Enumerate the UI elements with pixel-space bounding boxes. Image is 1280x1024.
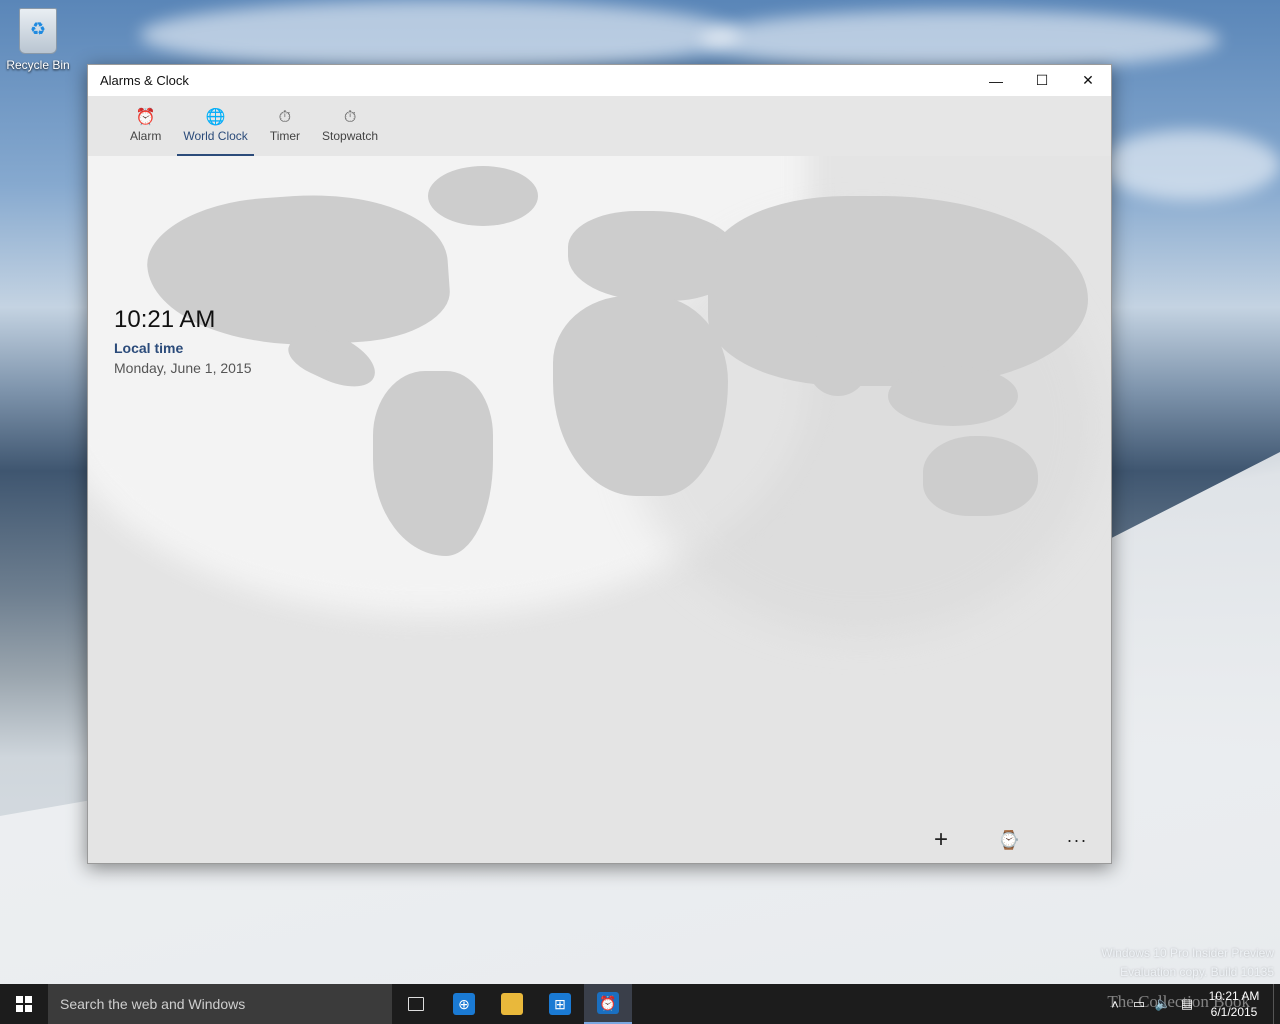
tab-alarm[interactable]: ⏰ Alarm <box>124 96 167 156</box>
tab-world-clock[interactable]: 🌐 World Clock <box>177 96 255 156</box>
local-date: Monday, June 1, 2015 <box>114 360 252 376</box>
alarms-clock-window: Alarms & Clock — ☐ ✕ ⏰ Alarm 🌐 World Clo… <box>87 64 1112 864</box>
continent-asia <box>708 196 1088 386</box>
alarm-clock-icon: ⏰ <box>597 992 619 1014</box>
recycle-bin-label: Recycle Bin <box>6 58 70 72</box>
tab-timer[interactable]: ⏱ Timer <box>264 96 306 156</box>
taskbar: Search the web and Windows ⊕ ⊞ ⏰ The Col… <box>0 984 1280 1024</box>
local-time-label: Local time <box>114 340 184 356</box>
recycle-bin-icon <box>19 8 57 54</box>
tray-time: 10:21 AM <box>1208 989 1260 1003</box>
alarm-icon: ⏰ <box>135 109 156 126</box>
task-view-button[interactable] <box>392 984 440 1024</box>
more-options-button[interactable]: ··· <box>1043 817 1111 863</box>
action-center-icon[interactable]: ▤ <box>1175 996 1199 1012</box>
tab-label: World Clock <box>183 129 248 143</box>
close-button[interactable]: ✕ <box>1065 65 1111 96</box>
tab-label: Alarm <box>130 129 162 143</box>
minimize-button[interactable]: — <box>973 65 1019 96</box>
taskbar-alarms-clock[interactable]: ⏰ <box>584 984 632 1024</box>
tab-bar: ⏰ Alarm 🌐 World Clock ⏱ Timer ⏱ Stopwatc… <box>88 96 1111 156</box>
continent-greenland <box>428 166 538 226</box>
show-desktop-button[interactable] <box>1273 984 1280 1024</box>
stopwatch-icon: ⏱ <box>343 109 357 126</box>
tab-label: Stopwatch <box>322 129 379 143</box>
task-view-icon <box>408 997 424 1011</box>
taskbar-edge-browser[interactable]: ⊕ <box>440 984 488 1024</box>
cloud <box>140 0 740 70</box>
watermark-line: Evaluation copy. Build 10135 <box>1120 965 1274 979</box>
chevron-up-icon[interactable]: ˄ <box>1103 997 1127 1012</box>
start-button[interactable] <box>0 984 48 1024</box>
continent-southeast-asia <box>888 366 1018 426</box>
world-clock-icon: 🌐 <box>205 109 226 126</box>
window-controls: — ☐ ✕ <box>973 65 1111 96</box>
tab-stopwatch[interactable]: ⏱ Stopwatch <box>316 96 384 156</box>
network-icon[interactable]: ▭ <box>1127 996 1151 1012</box>
store-icon: ⊞ <box>549 993 571 1015</box>
compare-clocks-button[interactable]: ⌚ <box>975 817 1043 863</box>
title-bar[interactable]: Alarms & Clock — ☐ ✕ <box>88 65 1111 96</box>
volume-icon[interactable]: 🔈 <box>1151 996 1175 1012</box>
local-time-value: 10:21 AM <box>114 306 216 333</box>
system-tray: ˄ ▭ 🔈 ▤ 10:21 AM 6/1/2015 <box>1103 984 1280 1024</box>
cloud <box>1100 130 1280 200</box>
window-title: Alarms & Clock <box>100 73 189 88</box>
local-clock[interactable]: 10:21 AM Local time Monday, June 1, 2015 <box>114 306 252 376</box>
continent-australia <box>923 436 1038 516</box>
world-map-area: 10:21 AM Local time Monday, June 1, 2015… <box>88 156 1111 863</box>
taskbar-store[interactable]: ⊞ <box>536 984 584 1024</box>
watermark-line: Windows 10 Pro Insider Preview <box>1101 946 1274 960</box>
add-clock-button[interactable]: + <box>907 817 975 863</box>
maximize-button[interactable]: ☐ <box>1019 65 1065 96</box>
taskbar-file-explorer[interactable] <box>488 984 536 1024</box>
app-bar: + ⌚ ··· <box>907 817 1111 863</box>
tray-clock[interactable]: 10:21 AM 6/1/2015 <box>1199 988 1269 1020</box>
timer-icon: ⏱ <box>278 109 292 126</box>
recycle-bin-desktop-icon[interactable]: Recycle Bin <box>6 8 70 72</box>
folder-icon <box>501 993 523 1015</box>
continent-africa <box>553 296 728 496</box>
windows-logo-icon <box>16 996 32 1012</box>
windows-watermark: Windows 10 Pro Insider Preview Evaluatio… <box>1101 944 1274 982</box>
continent-india <box>808 336 868 396</box>
tab-label: Timer <box>269 129 301 143</box>
tray-date: 6/1/2015 <box>1210 1005 1258 1019</box>
search-box[interactable]: Search the web and Windows <box>48 984 392 1024</box>
browser-icon: ⊕ <box>453 993 475 1015</box>
cloud <box>700 10 1220 70</box>
